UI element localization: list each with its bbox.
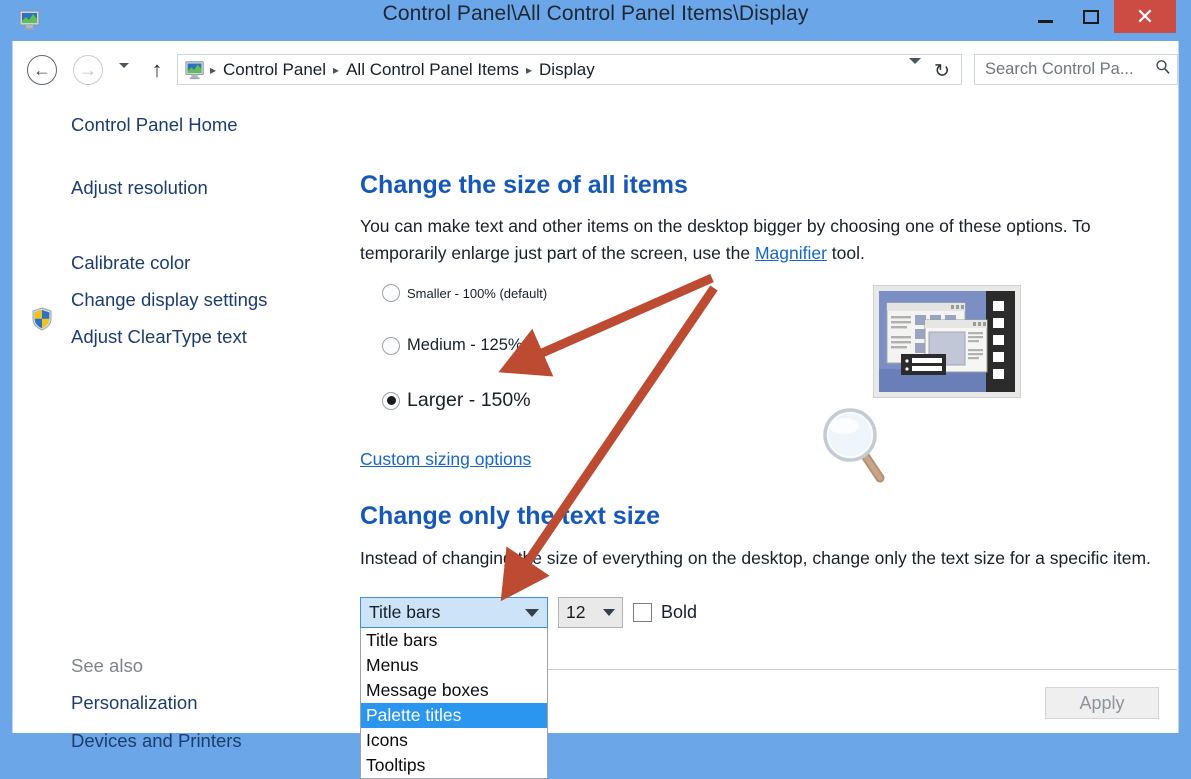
close-icon: ✕	[1135, 3, 1155, 29]
section-divider	[543, 669, 1177, 670]
sidebar-item-adjust-cleartype-text[interactable]: Adjust ClearType text	[71, 326, 247, 348]
display-settings-window: Control Panel\All Control Panel Items\Di…	[0, 0, 1191, 779]
address-bar[interactable]: ▸ Control Panel ▸ All Control Panel Item…	[177, 54, 962, 85]
radio-button-medium[interactable]	[382, 336, 400, 355]
minimize-icon	[1037, 19, 1053, 23]
text-item-combobox-dropdown-list[interactable]: Title bars Menus Message boxes Palette t…	[360, 628, 548, 779]
sidebar: Control Panel Home Adjust resolution Cal…	[13, 97, 348, 751]
maximize-button[interactable]	[1068, 0, 1114, 33]
back-button[interactable]: ←	[27, 55, 57, 85]
search-input[interactable]: Search Control Pa...	[985, 60, 1155, 79]
chevron-down-icon	[603, 609, 615, 616]
radio-button-larger[interactable]	[382, 391, 400, 410]
section-heading-change-size: Change the size of all items	[360, 171, 688, 199]
radio-option-larger[interactable]: Larger - 150%	[382, 389, 531, 412]
section-description-change-text-size: Instead of changing the size of everythi…	[360, 548, 1151, 568]
apply-button-label: Apply	[1079, 692, 1125, 713]
magnifier-link[interactable]: Magnifier	[755, 243, 827, 263]
combobox-option-message-boxes[interactable]: Message boxes	[361, 678, 547, 703]
sidebar-item-change-display-settings[interactable]: Change display settings	[71, 289, 267, 311]
see-also-heading: See also	[71, 655, 143, 676]
combobox-option-title-bars[interactable]: Title bars	[361, 628, 547, 653]
window-title: Control Panel\All Control Panel Items\Di…	[382, 2, 809, 25]
title-bar: Control Panel\All Control Panel Items\Di…	[0, 0, 1191, 41]
navigation-bar: ← → ↑ ▸ Control Panel ▸ All Control Pane…	[13, 41, 1178, 96]
combobox-option-icons[interactable]: Icons	[361, 728, 547, 753]
sidebar-item-control-panel-home[interactable]: Control Panel Home	[71, 114, 238, 136]
bold-checkbox[interactable]	[633, 603, 652, 622]
sidebar-item-personalization[interactable]: Personalization	[71, 692, 198, 714]
custom-sizing-options-link[interactable]: Custom sizing options	[360, 449, 531, 470]
breadcrumb-control-panel[interactable]: Control Panel	[218, 60, 331, 80]
radio-option-smaller[interactable]: Smaller - 100% (default)	[382, 284, 547, 302]
description-text-part1: You can make text and other items on the…	[360, 216, 1091, 263]
section-description-change-size: You can make text and other items on the…	[360, 213, 1176, 267]
text-item-combobox-value: Title bars	[369, 602, 441, 622]
breadcrumb-separator: ▸	[525, 62, 533, 77]
search-icon	[1155, 59, 1171, 80]
bold-label: Bold	[661, 602, 698, 622]
sidebar-item-calibrate-color[interactable]: Calibrate color	[71, 252, 190, 274]
recent-locations-button[interactable]	[117, 63, 131, 77]
up-button[interactable]: ↑	[144, 56, 170, 84]
breadcrumb-all-control-panel-items[interactable]: All Control Panel Items	[341, 60, 524, 80]
radio-option-medium[interactable]: Medium - 125%	[382, 336, 523, 355]
minimize-button[interactable]	[1022, 0, 1068, 33]
close-button[interactable]: ✕	[1114, 0, 1176, 33]
radio-button-smaller[interactable]	[382, 284, 400, 302]
back-arrow-icon: ←	[33, 60, 51, 80]
refresh-icon: ↻	[934, 60, 950, 82]
radio-label-medium: Medium - 125%	[407, 336, 523, 354]
maximize-icon	[1083, 9, 1099, 24]
chevron-down-icon	[119, 63, 129, 68]
text-item-combobox[interactable]: Title bars	[360, 597, 548, 628]
combobox-option-menus[interactable]: Menus	[361, 653, 547, 678]
search-box[interactable]: Search Control Pa...	[974, 54, 1178, 85]
uac-shield-icon	[31, 307, 53, 331]
refresh-button[interactable]: ↻	[929, 59, 955, 83]
breadcrumb-separator: ▸	[210, 62, 217, 77]
radio-label-smaller: Smaller - 100% (default)	[407, 285, 548, 301]
window-client-area: ← → ↑ ▸ Control Panel ▸ All Control Pane…	[12, 41, 1179, 779]
breadcrumb-separator: ▸	[333, 62, 340, 77]
radio-label-larger: Larger - 150%	[407, 389, 531, 411]
section-heading-change-text-size: Change only the text size	[360, 502, 661, 530]
combobox-option-tooltips[interactable]: Tooltips	[361, 753, 547, 778]
sidebar-item-adjust-resolution[interactable]: Adjust resolution	[71, 177, 208, 199]
font-size-value: 12	[566, 602, 586, 622]
address-dropdown-button[interactable]	[909, 58, 923, 81]
apply-button[interactable]: Apply	[1045, 687, 1159, 719]
display-monitor-icon	[184, 59, 206, 81]
bold-checkbox-row[interactable]: Bold	[633, 597, 697, 628]
description-text-part2: tool.	[826, 243, 865, 263]
font-size-combobox[interactable]: 12	[558, 597, 623, 628]
combobox-option-palette-titles[interactable]: Palette titles	[361, 703, 547, 728]
desktop-preview-image	[872, 284, 1022, 399]
chevron-down-icon	[525, 608, 539, 617]
chevron-down-icon	[909, 58, 921, 81]
up-arrow-icon: ↑	[151, 57, 163, 82]
forward-arrow-icon: →	[79, 60, 97, 80]
forward-button[interactable]: →	[73, 55, 103, 85]
breadcrumb-display[interactable]: Display	[534, 60, 600, 80]
sidebar-item-devices-and-printers[interactable]: Devices and Printers	[71, 730, 242, 752]
main-content: Change the size of all items You can mak…	[348, 97, 1178, 779]
magnifier-icon	[814, 402, 899, 487]
